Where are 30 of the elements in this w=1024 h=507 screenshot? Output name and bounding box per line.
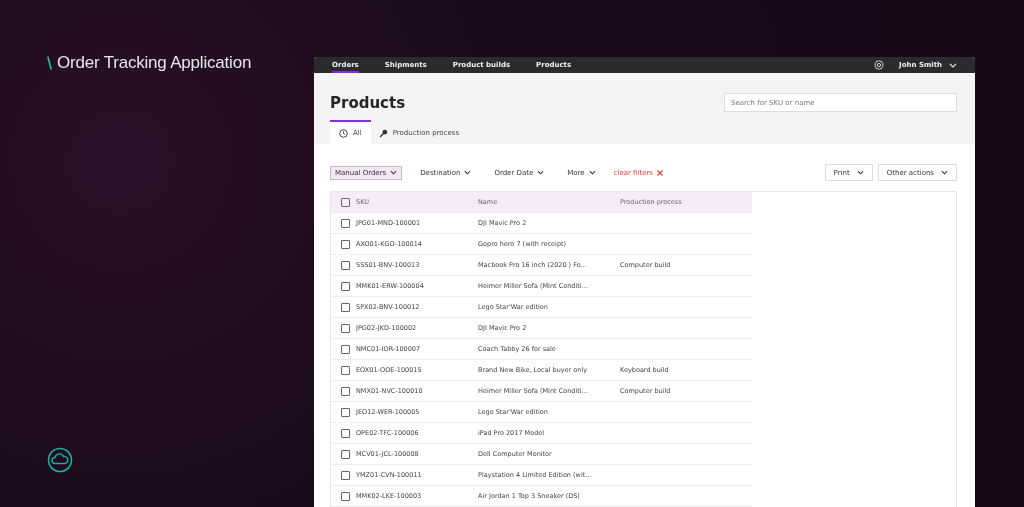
caret-icon: [941, 170, 948, 175]
row-checkbox[interactable]: [341, 491, 350, 501]
row-checkbox[interactable]: [341, 239, 350, 249]
row-checkbox[interactable]: [341, 260, 350, 270]
row-checkbox[interactable]: [341, 428, 350, 438]
row-checkbox[interactable]: [341, 323, 350, 333]
caret-icon: [390, 170, 398, 175]
caret-icon: [856, 170, 864, 175]
row-checkbox[interactable]: [341, 470, 350, 480]
caret-icon: [949, 62, 957, 68]
page-title: Products: [330, 93, 406, 112]
row-checkbox[interactable]: [341, 218, 350, 228]
caret-icon: [464, 170, 472, 175]
row-checkbox[interactable]: [341, 281, 350, 291]
row-checkbox[interactable]: [341, 407, 350, 417]
settings-icon[interactable]: [873, 59, 886, 71]
wrench-icon: [378, 128, 388, 138]
clock-icon: [339, 128, 348, 138]
cloud-logo-icon: [47, 447, 73, 473]
row-checkbox[interactable]: [341, 365, 350, 375]
app-title: Order Tracking Application: [57, 53, 252, 73]
row-checkbox[interactable]: [341, 302, 350, 312]
caret-icon: [537, 170, 545, 175]
row-checkbox[interactable]: [341, 344, 350, 354]
row-checkbox[interactable]: [341, 386, 350, 396]
row-checkbox[interactable]: [341, 449, 350, 459]
select-all-checkbox[interactable]: [341, 197, 350, 207]
slash-icon: [47, 56, 52, 70]
caret-icon: [588, 170, 596, 175]
close-icon: [657, 169, 664, 176]
